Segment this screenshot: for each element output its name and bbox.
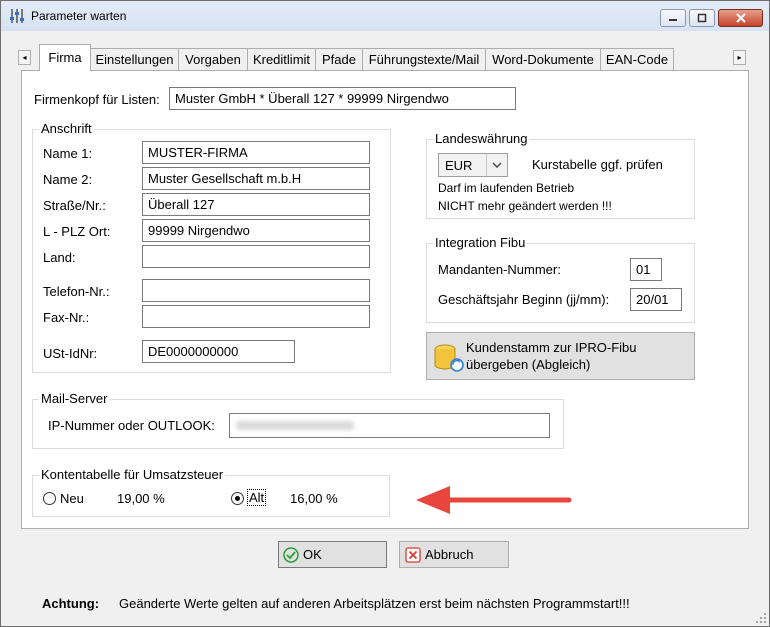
alt-rate: 16,00 % [290,491,338,506]
firmenkopf-label: Firmenkopf für Listen: [34,92,160,107]
footer-label: Achtung: [42,596,100,611]
telefon-label: Telefon-Nr.: [43,284,110,299]
name2-field[interactable]: Muster Gesellschaft m.b.H [142,167,370,190]
ip-outlook-label: IP-Nummer oder OUTLOOK: [48,418,215,433]
ok-button[interactable]: OK [278,541,387,568]
minimize-button[interactable] [660,9,686,27]
alt-radio[interactable] [231,492,244,505]
geschaeftsjahr-field[interactable]: 20/01 [630,288,682,311]
fax-label: Fax-Nr.: [43,310,90,325]
parameter-window: Parameter warten ◂ Firma Einstellungen V… [0,0,770,627]
tab-vorgaben[interactable]: Vorgaben [178,48,248,70]
strasse-field[interactable]: Überall 127 [142,193,370,216]
maximize-button[interactable] [689,9,715,27]
check-circle-icon [283,547,299,563]
tab-einstellungen[interactable]: Einstellungen [90,48,179,70]
currency-note-line1: Darf im laufenden Betrieb [438,181,575,195]
footer-text: Geänderte Werte gelten auf anderen Arbei… [119,596,630,611]
strasse-label: Straße/Nr.: [43,198,106,213]
geschaeftsjahr-label: Geschäftsjahr Beginn (jj/mm): [438,292,610,307]
alt-label: Alt [247,489,267,506]
name1-label: Name 1: [43,146,93,161]
neu-label: Neu [60,491,84,506]
currency-select[interactable]: EUR [438,153,508,177]
name2-label: Name 2: [43,172,93,187]
tab-pfade[interactable]: Pfade [315,48,363,70]
plz-ort-label: L - PLZ Ort: [43,224,111,239]
kurstabelle-hint: Kurstabelle ggf. prüfen [532,157,663,172]
mandant-field[interactable]: 01 [630,258,662,281]
close-window-button[interactable] [718,9,763,27]
currency-value: EUR [445,158,473,173]
tab-scroll-left-button[interactable]: ◂ [18,50,31,65]
maximize-icon [697,13,707,23]
telefon-field[interactable] [142,279,370,302]
tab-panel-firma: Firmenkopf für Listen: Muster GmbH * Übe… [21,70,749,529]
fax-field[interactable] [142,305,370,328]
cancel-label: Abbruch [425,547,474,562]
kundenstamm-export-button[interactable]: Kundenstamm zur IPRO-Fibu übergeben (Abg… [426,332,695,380]
title-bar: Parameter warten [1,1,769,31]
kontentabelle-title: Kontentabelle für Umsatzsteuer [39,467,226,482]
settings-sliders-icon [10,9,24,23]
fibu-group: Integration Fibu [426,235,695,323]
neu-radio[interactable] [43,492,56,505]
ip-outlook-field[interactable] [229,413,550,438]
export-label-line1: Kundenstamm zur IPRO-Fibu [466,340,637,355]
ustid-label: USt-IdNr: [43,346,98,361]
fibu-title: Integration Fibu [433,235,528,250]
tab-scroll-right-button[interactable]: ▸ [733,50,746,65]
ok-label: OK [303,547,322,562]
landeswaehrung-title: Landeswährung [433,131,530,146]
currency-note-line2: NICHT mehr geändert werden !!! [438,199,612,213]
neu-rate: 19,00 % [117,491,165,506]
close-icon [735,13,746,23]
window-title: Parameter warten [31,9,127,23]
chevron-down-icon [486,154,507,176]
tab-strip: ◂ Firma Einstellungen Vorgaben Kreditlim… [18,44,751,71]
minimize-icon [669,19,677,21]
mandant-label: Mandanten-Nummer: [438,262,561,277]
ustid-field[interactable]: DE0000000000 [142,340,295,363]
name1-field[interactable]: MUSTER-FIRMA [142,141,370,164]
blurred-ip-value [236,421,354,430]
land-label: Land: [43,250,76,265]
mailserver-title: Mail-Server [39,391,110,406]
cancel-x-icon [405,547,421,563]
tab-fuehrungstexte[interactable]: Führungstexte/Mail [362,48,486,70]
anschrift-title: Anschrift [39,121,94,136]
tab-kreditlimit[interactable]: Kreditlimit [247,48,316,70]
cancel-button[interactable]: Abbruch [399,541,509,568]
resize-grip-icon[interactable] [755,612,767,624]
tab-ean-code[interactable]: EAN-Code [600,48,674,70]
annotation-arrow-icon [416,486,572,514]
tab-word-dokumente[interactable]: Word-Dokumente [485,48,601,70]
plz-ort-field[interactable]: 99999 Nirgendwo [142,219,370,242]
tab-firma[interactable]: Firma [39,44,91,71]
land-field[interactable] [142,245,370,268]
export-label-line2: übergeben (Abgleich) [466,357,591,372]
firmenkopf-field[interactable]: Muster GmbH * Überall 127 * 99999 Nirgen… [169,87,516,110]
database-sync-icon [434,344,464,372]
